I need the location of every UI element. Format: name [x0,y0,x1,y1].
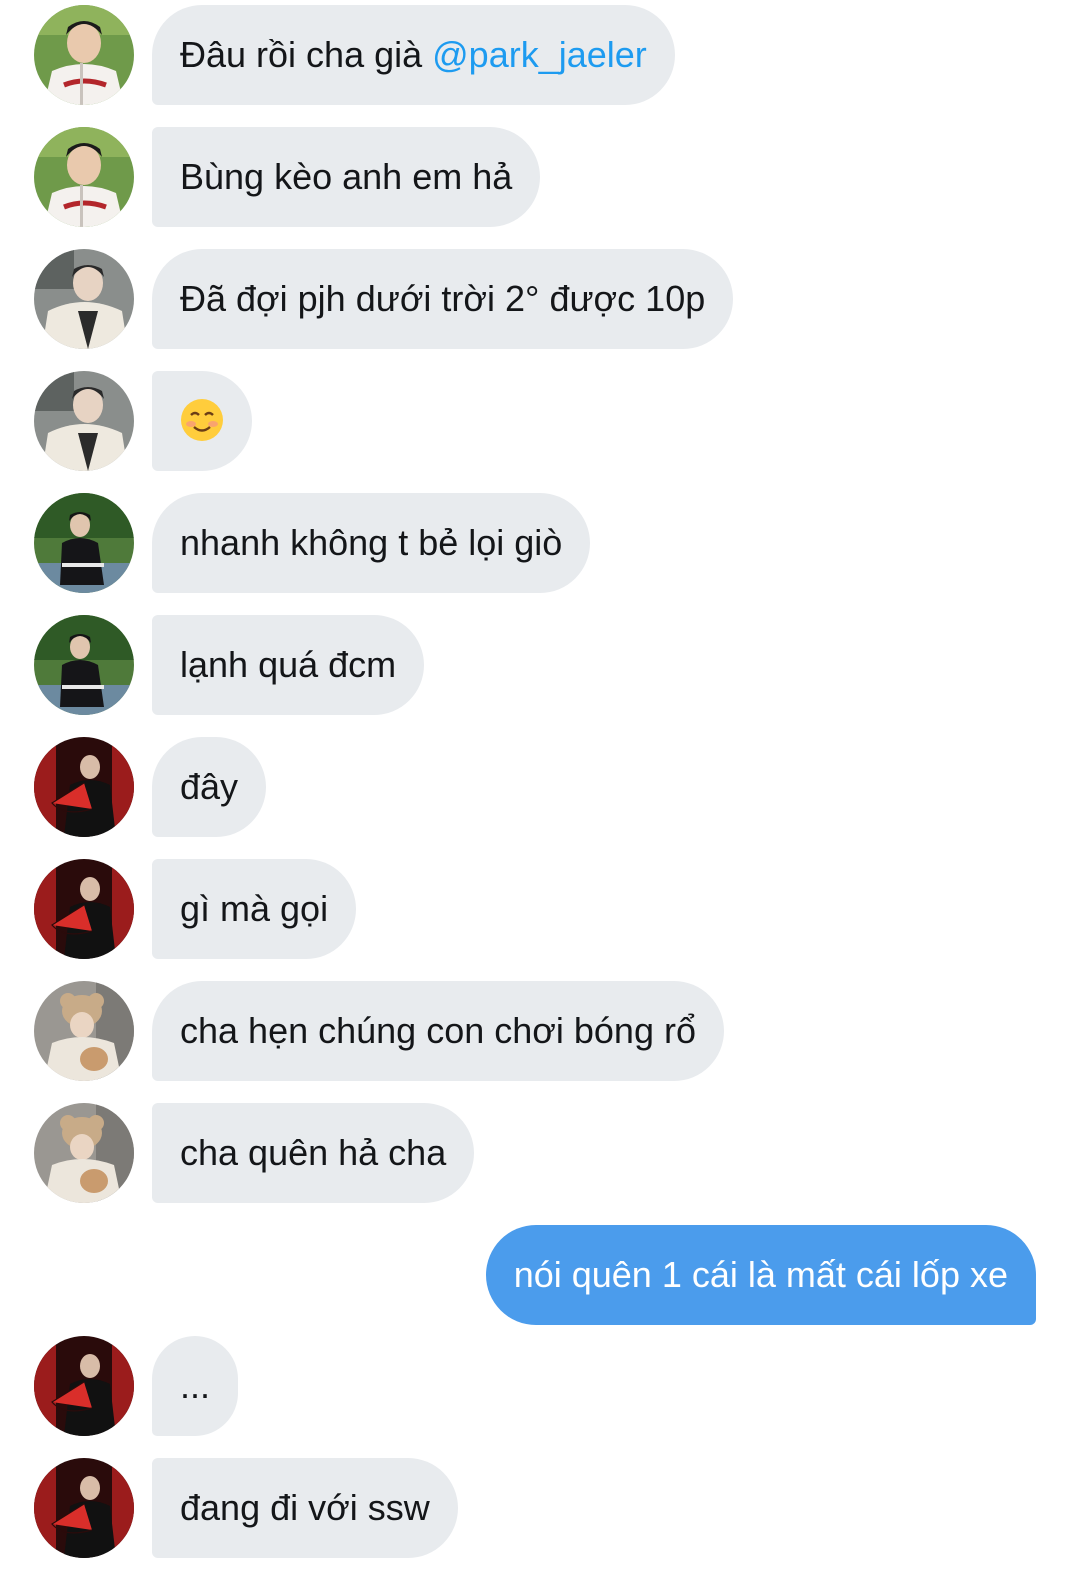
message-bubble[interactable]: ... [152,1336,239,1436]
message-row-outgoing: nói quên 1 cái là mất cái lốp xe [0,1225,1080,1325]
message-row: cha quên hả cha [0,1103,1080,1203]
message-bubble[interactable]: lạnh quá đcm [152,615,425,715]
avatar-park-trees[interactable] [34,615,134,715]
avatar-red-fan[interactable] [34,1336,134,1436]
avatar-park-trees[interactable] [34,493,134,593]
message-row: nhanh không t bẻ lọi giò [0,493,1080,593]
message-bubble[interactable]: cha hẹn chúng con chơi bóng rổ [152,981,724,1081]
smiling-face-emoji [181,399,223,442]
avatar-red-fan[interactable] [34,859,134,959]
message-thread: Đâu rồi cha già @park_jaeler Bùng kèo an… [0,0,1080,1591]
message-bubble[interactable]: gì mà gọi [152,859,357,959]
avatar-white-fleece[interactable] [34,371,134,471]
message-text: nhanh không t bẻ lọi giò [180,522,563,563]
message-row: lạnh quá đcm [0,615,1080,715]
message-text: Đâu rồi cha già [180,34,433,75]
message-text: nói quên 1 cái là mất cái lốp xe [513,1254,1008,1295]
message-text: cha hẹn chúng con chơi bóng rổ [180,1010,696,1051]
message-text: gì mà gọi [180,888,329,929]
message-text: đang đi với ssw [180,1487,430,1528]
message-row: Đâu rồi cha già @park_jaeler [0,5,1080,105]
message-bubble[interactable]: đây [152,737,267,837]
message-row: ... [0,1336,1080,1436]
avatar-red-fan[interactable] [34,737,134,837]
avatar-baseball-jersey[interactable] [34,5,134,105]
message-bubble[interactable]: Bùng kèo anh em hả [152,127,541,227]
message-bubble[interactable]: nhanh không t bẻ lọi giò [152,493,591,593]
message-row: gì mà gọi [0,859,1080,959]
message-text: cha quên hả cha [180,1132,447,1173]
message-text: lạnh quá đcm [180,644,397,685]
message-bubble[interactable]: đang đi với ssw [152,1458,458,1558]
message-row: đang đi với ssw [0,1458,1080,1558]
mention-link[interactable]: @park_jaeler [432,34,647,75]
message-bubble[interactable]: cha quên hả cha [152,1103,475,1203]
message-text: Bùng kèo anh em hả [180,156,513,197]
message-row: Đã đợi pjh dưới trời 2° được 10p [0,249,1080,349]
message-bubble[interactable]: Đâu rồi cha già @park_jaeler [152,5,675,105]
message-text: Đã đợi pjh dưới trời 2° được 10p [180,278,706,319]
avatar-red-fan[interactable] [34,1458,134,1558]
message-text: đây [180,766,239,807]
avatar-baseball-jersey[interactable] [34,127,134,227]
avatar-bear-hat[interactable] [34,1103,134,1203]
message-bubble[interactable] [152,371,252,471]
outgoing-message-bubble[interactable]: nói quên 1 cái là mất cái lốp xe [485,1225,1036,1325]
avatar-bear-hat[interactable] [34,981,134,1081]
message-row: đây [0,737,1080,837]
message-row: Bùng kèo anh em hả [0,127,1080,227]
message-text: ... [180,1365,211,1406]
message-row [0,371,1080,471]
message-bubble[interactable]: Đã đợi pjh dưới trời 2° được 10p [152,249,734,349]
avatar-white-fleece[interactable] [34,249,134,349]
message-row: cha hẹn chúng con chơi bóng rổ [0,981,1080,1081]
